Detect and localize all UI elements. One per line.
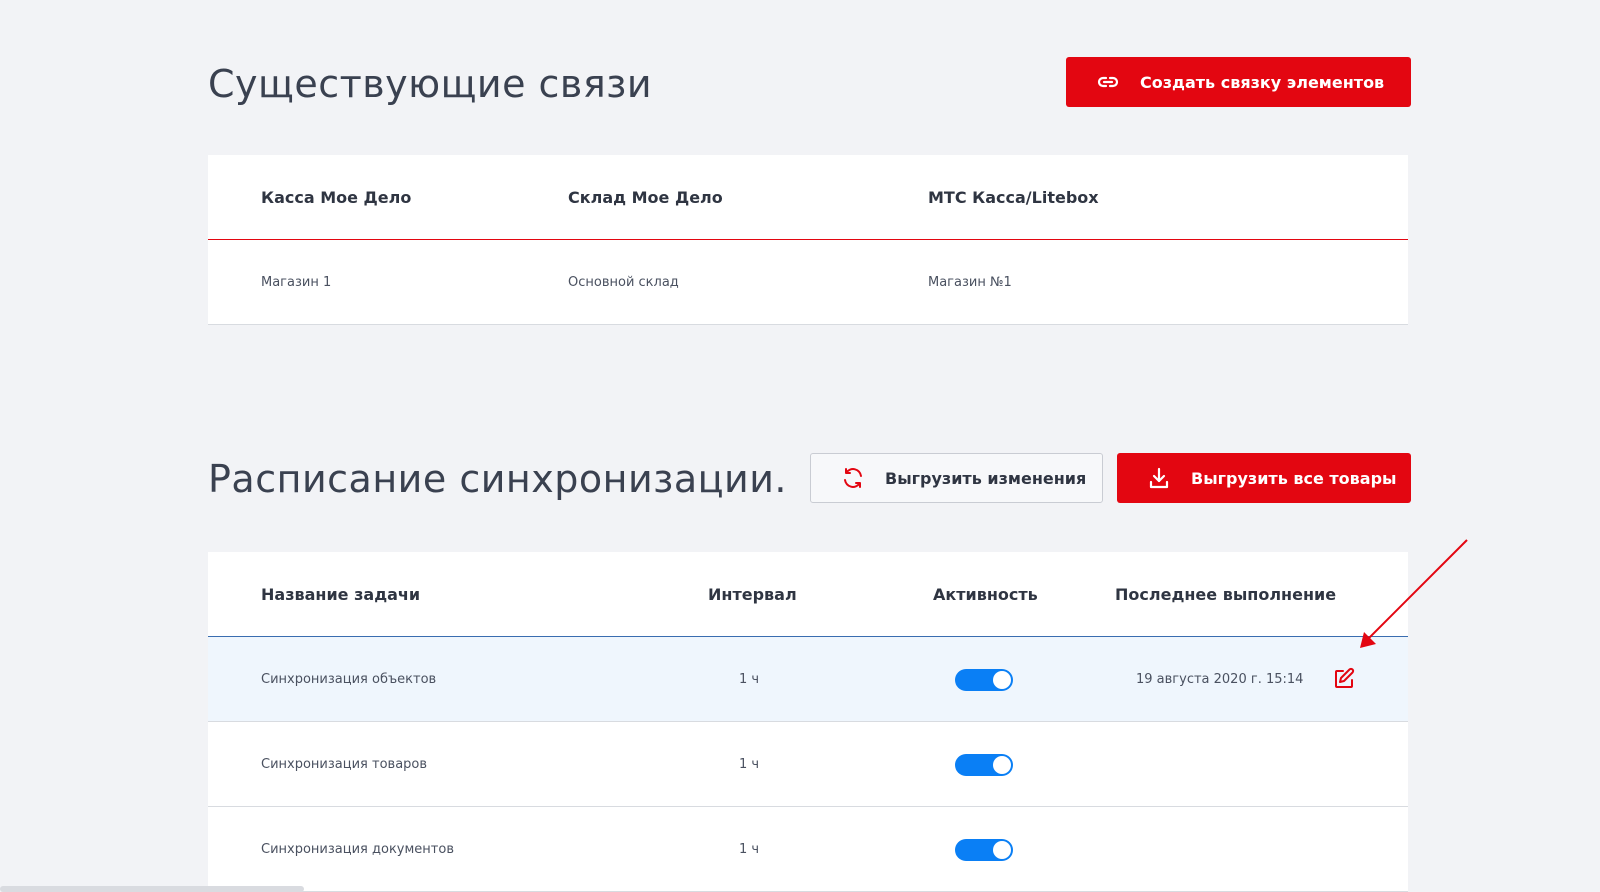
- table-row[interactable]: Синхронизация документов 1 ч: [208, 807, 1408, 892]
- column-header-last-run: Последнее выполнение: [1115, 585, 1337, 604]
- toggle-knob: [993, 671, 1011, 689]
- table-cell: Магазин №1: [928, 275, 1012, 290]
- table-cell: Магазин 1: [261, 275, 332, 290]
- edit-icon[interactable]: [1332, 667, 1356, 691]
- task-last-run: 19 августа 2020 г. 15:14: [1136, 672, 1304, 687]
- task-name: Синхронизация товаров: [261, 757, 428, 772]
- download-icon: [1147, 466, 1171, 490]
- column-header: Касса Мое Дело: [261, 188, 412, 207]
- activity-toggle[interactable]: [955, 839, 1013, 861]
- connections-table: Касса Мое Дело Склад Мое Дело МТС Касса/…: [208, 155, 1408, 325]
- table-row[interactable]: Синхронизация товаров 1 ч: [208, 722, 1408, 807]
- task-interval: 1 ч: [739, 842, 760, 857]
- toggle-knob: [993, 841, 1011, 859]
- upload-all-button[interactable]: Выгрузить все товары: [1117, 453, 1411, 503]
- column-header: МТС Касса/Litebox: [928, 188, 1099, 207]
- sync-icon: [841, 466, 865, 490]
- column-header: Склад Мое Дело: [568, 188, 723, 207]
- create-link-button[interactable]: Создать связку элементов: [1066, 57, 1411, 107]
- upload-changes-button[interactable]: Выгрузить изменения: [810, 453, 1103, 503]
- task-name: Синхронизация объектов: [261, 672, 437, 687]
- table-row[interactable]: Синхронизация объектов 1 ч 19 августа 20…: [208, 637, 1408, 722]
- activity-toggle[interactable]: [955, 754, 1013, 776]
- upload-changes-label: Выгрузить изменения: [885, 468, 1087, 488]
- upload-all-label: Выгрузить все товары: [1191, 468, 1397, 488]
- link-icon: [1096, 70, 1120, 94]
- task-interval: 1 ч: [739, 757, 760, 772]
- column-header-activity: Активность: [933, 585, 1038, 604]
- column-header-name: Название задачи: [261, 585, 421, 604]
- connections-table-header: Касса Мое Дело Склад Мое Дело МТС Касса/…: [208, 155, 1408, 240]
- task-interval: 1 ч: [739, 672, 760, 687]
- table-row[interactable]: Магазин 1 Основной склад Магазин №1: [208, 240, 1408, 325]
- connections-header: Существующие связи Создать связку элемен…: [208, 57, 1411, 110]
- schedule-header: Расписание синхронизации. Выгрузить изме…: [208, 453, 1411, 505]
- schedule-table-header: Название задачи Интервал Активность Посл…: [208, 552, 1408, 637]
- column-header-interval: Интервал: [708, 585, 797, 604]
- page: Существующие связи Создать связку элемен…: [0, 0, 1600, 892]
- create-link-label: Создать связку элементов: [1140, 72, 1385, 92]
- task-name: Синхронизация документов: [261, 842, 454, 857]
- schedule-title: Расписание синхронизации.: [208, 457, 787, 501]
- table-cell: Основной склад: [568, 275, 679, 290]
- horizontal-scrollbar[interactable]: [0, 886, 304, 892]
- activity-toggle[interactable]: [955, 669, 1013, 691]
- toggle-knob: [993, 756, 1011, 774]
- connections-title: Существующие связи: [208, 62, 653, 106]
- schedule-table: Название задачи Интервал Активность Посл…: [208, 552, 1408, 892]
